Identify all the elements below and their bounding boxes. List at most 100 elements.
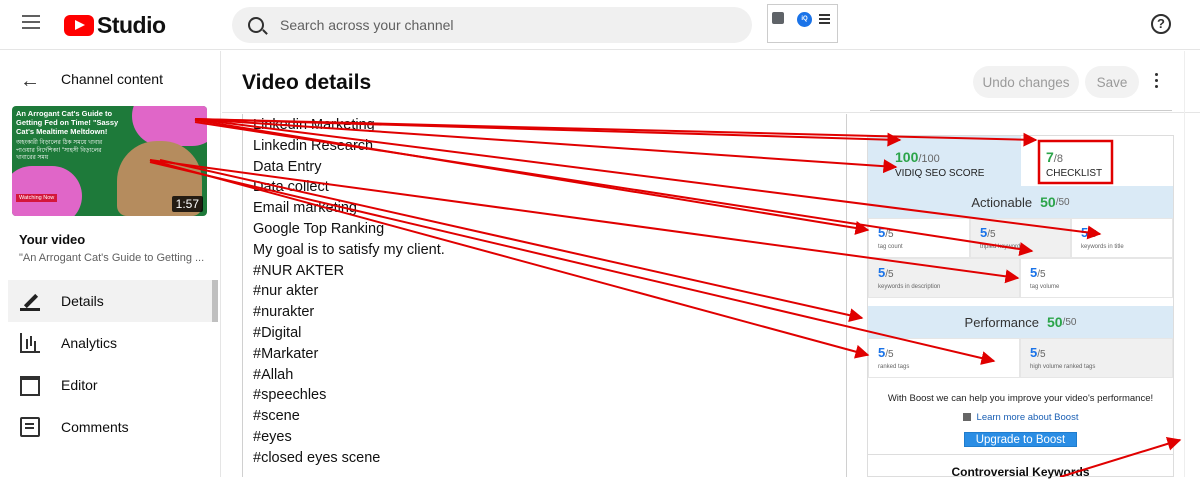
- thumbnail-subtitle: অহংকারী বিড়ালের ঠিক সময়ে খাবার পাওয়ার…: [16, 140, 103, 161]
- sidebar-item-label: Comments: [61, 419, 129, 435]
- actionable-max: /50: [1055, 196, 1070, 208]
- seo-score: 100/100: [895, 149, 940, 165]
- page-scrollbar[interactable]: [1184, 51, 1200, 477]
- performance-max: /50: [1062, 316, 1077, 328]
- metric-ranked-tags: 5/5 ranked tags: [868, 338, 1020, 378]
- metric-label: tag volume: [1030, 284, 1060, 290]
- youtube-play-icon: [64, 15, 94, 36]
- tags-field[interactable]: Linkedin Marketing Linkedin Research Data …: [242, 114, 847, 477]
- sidebar-item-analytics[interactable]: Analytics: [8, 322, 212, 364]
- editor-icon: [20, 376, 40, 396]
- seo-score-value: 100: [895, 149, 919, 165]
- sidebar-item-label: Editor: [61, 377, 98, 393]
- search-bar[interactable]: [232, 7, 752, 43]
- metric-tag-count: 5/5 tag count: [868, 218, 970, 258]
- learn-more-label: Learn more about Boost: [976, 412, 1079, 423]
- controversial-keywords-section: Controversial Keywords: [868, 454, 1173, 479]
- metric-label: ranked tags: [878, 364, 910, 370]
- tag-line: #Digital: [253, 325, 302, 341]
- metric-label: tripled keywords: [980, 244, 1024, 250]
- studio-logo[interactable]: Studio: [64, 12, 166, 39]
- metric-max: /5: [885, 349, 894, 360]
- metric-tag-volume: 5/5 tag volume: [1020, 258, 1173, 298]
- seo-score-tab[interactable]: 100/100 VIDIQ SEO SCORE: [868, 136, 1021, 186]
- performance-header: Performance 50/50: [868, 306, 1173, 338]
- metric-keywords-in-description: 5/5 keywords in description: [868, 258, 1020, 298]
- list-extension-icon[interactable]: [819, 14, 830, 26]
- video-title: "An Arrogant Cat's Guide to Getting ...: [19, 252, 205, 264]
- page-title: Video details: [242, 71, 372, 94]
- sidebar-item-comments[interactable]: Comments: [8, 406, 212, 448]
- top-bar: Studio iQ ?: [0, 0, 1200, 50]
- tag-line: #nurakter: [253, 304, 315, 321]
- tag-line: #closed eyes scene: [253, 449, 381, 466]
- metric-max: /5: [885, 229, 894, 240]
- learn-more-link[interactable]: Learn more about Boost: [868, 412, 1173, 423]
- analytics-icon: [20, 333, 40, 353]
- search-icon[interactable]: [248, 17, 264, 33]
- thumbnail-shape: [132, 106, 207, 146]
- sidebar-scrollbar[interactable]: [212, 280, 218, 322]
- seo-score-max: /100: [918, 153, 940, 165]
- metric-max: /5: [1037, 269, 1046, 280]
- extension-toolbar: iQ: [767, 4, 838, 43]
- actionable-header: Actionable 50/50: [868, 186, 1173, 218]
- tag-line: Data collect: [253, 179, 329, 196]
- metric-label: keywords in title: [1081, 244, 1124, 250]
- sidebar-item-label: Details: [61, 293, 104, 309]
- sidebar-item-details[interactable]: Details: [8, 280, 212, 322]
- info-icon: [962, 413, 971, 421]
- tag-line: Data Entry: [253, 158, 322, 175]
- metric-label: keywords in description: [878, 284, 941, 290]
- watch-badge: Watching Now: [16, 194, 58, 202]
- duration-badge: 1:57: [171, 196, 203, 212]
- channel-content-label[interactable]: Channel content: [61, 71, 163, 87]
- thumbnail-shape: [12, 166, 82, 216]
- checklist-score-max: /8: [1053, 153, 1063, 165]
- tag-line: #nur akter: [253, 283, 319, 300]
- upgrade-to-boost-button[interactable]: Upgrade to Boost: [964, 432, 1077, 447]
- metric-max: /5: [1088, 229, 1097, 240]
- sidebar-nav: Details Analytics Editor Comments: [8, 280, 212, 448]
- vidiq-extension-icon[interactable]: iQ: [797, 12, 812, 27]
- divider: [870, 110, 1172, 111]
- tag-line: Linkedin Research: [253, 137, 374, 154]
- seo-score-label: VIDIQ SEO SCORE: [895, 168, 985, 179]
- tag-line: My goal is to satisfy my client.: [253, 241, 445, 258]
- comments-icon: [20, 417, 40, 437]
- checklist-label: CHECKLIST: [1046, 168, 1103, 179]
- metric-max: /5: [987, 229, 996, 240]
- metric-high-volume-ranked-tags: 5/5 high volume ranked tags: [1020, 338, 1173, 378]
- metric-max: /5: [1037, 349, 1046, 360]
- more-options-icon[interactable]: [1155, 73, 1159, 91]
- tag-line: Email marketing: [253, 200, 357, 217]
- sidebar-item-editor[interactable]: Editor: [8, 364, 212, 406]
- tag-line: Linkedin Marketing: [253, 117, 375, 133]
- sidebar-item-label: Analytics: [61, 335, 118, 351]
- checklist-score: 7/8: [1046, 149, 1063, 165]
- checklist-tab[interactable]: 7/8 CHECKLIST: [1021, 136, 1173, 186]
- tag-line: #scene: [253, 408, 300, 425]
- video-thumbnail[interactable]: An Arrogant Cat's Guide to Getting Fed o…: [12, 106, 207, 216]
- save-button[interactable]: Save: [1085, 66, 1139, 98]
- brand-label: Studio: [97, 12, 166, 38]
- metric-keywords-in-title: 5/5 keywords in title: [1071, 218, 1173, 258]
- metric-label: high volume ranked tags: [1030, 364, 1096, 370]
- actionable-label: Actionable: [971, 194, 1033, 210]
- menu-icon[interactable]: [22, 15, 40, 29]
- page-header: Video details Undo changes Save: [222, 51, 1200, 113]
- boost-text: With Boost we can help you improve your …: [887, 393, 1154, 404]
- undo-changes-button[interactable]: Undo changes: [973, 66, 1079, 98]
- search-input[interactable]: [280, 17, 720, 33]
- sidebar: ← Channel content An Arrogant Cat's Guid…: [0, 51, 221, 477]
- analytics-extension-icon[interactable]: [772, 12, 784, 24]
- tag-line: #speechles: [253, 387, 327, 404]
- tag-line: Google Top Ranking: [253, 221, 385, 237]
- checklist-score-value: 7: [1046, 149, 1054, 165]
- your-video-label: Your video: [19, 232, 86, 247]
- tag-line: #NUR AKTER: [253, 262, 345, 279]
- performance-score: 50: [1046, 314, 1063, 330]
- help-icon[interactable]: ?: [1151, 14, 1171, 34]
- back-arrow-icon[interactable]: ←: [20, 70, 40, 93]
- performance-label: Performance: [964, 314, 1039, 330]
